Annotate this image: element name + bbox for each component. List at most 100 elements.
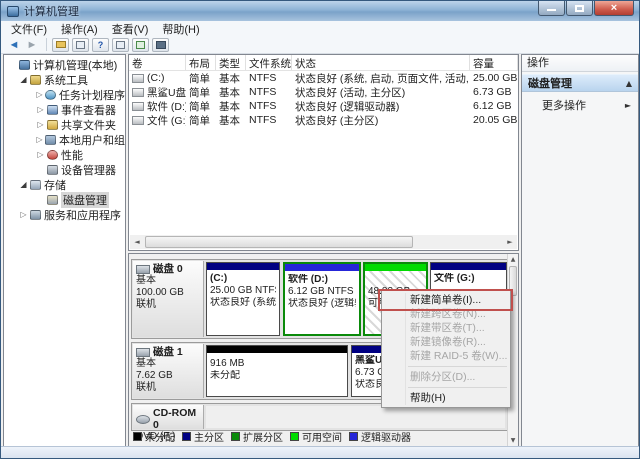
scroll-up-icon[interactable]: ▲ bbox=[508, 254, 518, 265]
event-viewer-icon bbox=[47, 104, 58, 115]
partition-label: 文件 (G:) bbox=[434, 273, 475, 284]
legend-swatch bbox=[182, 431, 191, 441]
scrollbar-thumb[interactable] bbox=[145, 236, 413, 248]
window-title: 计算机管理 bbox=[24, 6, 79, 18]
volume-row-c[interactable]: (C:) 简单 基本 NTFS 状态良好 (系统, 启动, 页面文件, 活动, … bbox=[129, 71, 518, 85]
app-icon bbox=[7, 5, 19, 17]
disk-legend: 未分配 主分区 扩展分区 可用空间 逻辑驱动器 bbox=[133, 429, 418, 444]
menu-file[interactable]: 文件(F) bbox=[4, 21, 54, 37]
column-header-layout[interactable]: 布局 bbox=[186, 55, 216, 70]
sidebar-item-computer-management-local[interactable]: 计算机管理(本地) bbox=[4, 57, 125, 72]
legend-primary-partition: 主分区 bbox=[182, 429, 224, 444]
volume-row-e[interactable]: 黑鲨U盘 (E:) 简单 基本 NTFS 状态良好 (活动, 主分区) 6.73… bbox=[129, 85, 518, 99]
menu-action[interactable]: 操作(A) bbox=[54, 21, 105, 37]
chevron-expanded-icon[interactable]: ◢ bbox=[18, 180, 29, 189]
action-pane-toggle-button[interactable] bbox=[112, 37, 129, 52]
sidebar-item-task-scheduler[interactable]: ▷ 任务计划程序 bbox=[4, 87, 125, 102]
partition-status: 状态良好 (逻辑驱动器) bbox=[288, 298, 356, 309]
actions-section-disk-management[interactable]: 磁盘管理 ▲ bbox=[522, 74, 638, 92]
chevron-expanded-icon[interactable]: ◢ bbox=[18, 75, 29, 84]
sidebar-item-label: 存储 bbox=[44, 179, 66, 192]
scroll-down-icon[interactable]: ▼ bbox=[508, 435, 518, 446]
chevron-collapsed-icon[interactable]: ▷ bbox=[35, 150, 46, 159]
sidebar-item-device-manager[interactable]: 设备管理器 bbox=[4, 162, 125, 177]
disk-icon bbox=[136, 347, 150, 357]
chevron-collapsed-icon[interactable]: ▷ bbox=[35, 120, 46, 129]
more-actions-label: 更多操作 bbox=[542, 100, 586, 112]
volume-type: 基本 bbox=[219, 72, 240, 85]
back-button[interactable]: ◄ bbox=[5, 38, 23, 52]
annotation-highlight-box bbox=[378, 289, 513, 311]
volume-status: 状态良好 (系统, 启动, 页面文件, 活动, 故障转储, 主分区) bbox=[295, 72, 470, 85]
legend-free-space: 可用空间 bbox=[290, 429, 342, 444]
sidebar-item-storage[interactable]: ◢ 存储 bbox=[4, 177, 125, 192]
window-controls: × bbox=[537, 1, 634, 16]
cdrom-0-label[interactable]: CD-ROM 0 DVD (F:) bbox=[133, 405, 204, 442]
shared-folder-icon bbox=[47, 119, 58, 130]
legend-label: 主分区 bbox=[194, 432, 224, 444]
volume-fs: NTFS bbox=[249, 86, 277, 98]
chevron-collapsed-icon[interactable]: ▷ bbox=[18, 210, 29, 219]
partition-unallocated[interactable]: 916 MB 未分配 bbox=[206, 345, 348, 397]
volume-fs: NTFS bbox=[249, 114, 277, 126]
disk-management-icon bbox=[47, 194, 58, 205]
submenu-arrow-icon: ► bbox=[624, 100, 631, 110]
disk-1-label[interactable]: 磁盘 1 基本 7.62 GB 联机 bbox=[133, 344, 204, 398]
console-tree-toggle-button[interactable] bbox=[52, 37, 69, 52]
column-header-filesystem[interactable]: 文件系统 bbox=[246, 55, 292, 70]
chevron-collapsed-icon[interactable]: ▷ bbox=[35, 105, 46, 114]
column-header-status[interactable]: 状态 bbox=[292, 55, 470, 70]
disk-name: 磁盘 1 bbox=[153, 346, 183, 358]
legend-swatch bbox=[349, 431, 358, 441]
close-icon: × bbox=[610, 1, 618, 14]
volume-row-d[interactable]: 软件 (D:) 简单 基本 NTFS 状态良好 (逻辑驱动器) 6.12 GB bbox=[129, 99, 518, 113]
console-icon bbox=[155, 40, 166, 49]
minimize-button[interactable] bbox=[538, 1, 565, 16]
sidebar-item-system-tools[interactable]: ◢ 系统工具 bbox=[4, 72, 125, 87]
volume-row-g[interactable]: 文件 (G:) 简单 基本 NTFS 状态良好 (主分区) 20.05 GB bbox=[129, 113, 518, 127]
legend-label: 未分配 bbox=[145, 432, 175, 444]
scroll-right-icon[interactable]: ► bbox=[503, 235, 517, 249]
close-button[interactable]: × bbox=[594, 1, 634, 16]
sidebar-item-label: 服务和应用程序 bbox=[44, 209, 121, 222]
title-bar[interactable]: 计算机管理 × bbox=[1, 1, 639, 21]
more-actions-item[interactable]: 更多操作 ► bbox=[522, 96, 638, 114]
sidebar-item-performance[interactable]: ▷ 性能 bbox=[4, 147, 125, 162]
refresh-button[interactable] bbox=[132, 37, 149, 52]
collapse-section-icon[interactable]: ▲ bbox=[626, 79, 632, 88]
sidebar-item-services-and-applications[interactable]: ▷ 服务和应用程序 bbox=[4, 207, 125, 222]
partition-label: 软件 (D:) bbox=[288, 274, 328, 285]
free-space-bar bbox=[365, 264, 426, 271]
sidebar-item-disk-management[interactable]: 磁盘管理 bbox=[4, 191, 125, 208]
legend-logical-drive: 逻辑驱动器 bbox=[349, 429, 411, 444]
column-header-capacity[interactable]: 容量 bbox=[470, 55, 518, 70]
forward-button[interactable]: ► bbox=[23, 38, 41, 52]
volume-type: 基本 bbox=[219, 100, 240, 113]
column-header-type[interactable]: 类型 bbox=[216, 55, 246, 70]
volume-name: 软件 (D:) bbox=[147, 100, 186, 113]
sidebar-item-local-users-and-groups[interactable]: ▷ 本地用户和组 bbox=[4, 132, 125, 147]
disk-view-settings-button[interactable] bbox=[152, 37, 169, 52]
maximize-icon bbox=[575, 4, 584, 12]
chevron-collapsed-icon[interactable]: ▷ bbox=[35, 135, 44, 144]
maximize-button[interactable] bbox=[566, 1, 593, 16]
menu-help[interactable]: 帮助(H) bbox=[155, 21, 206, 37]
volume-name: 黑鲨U盘 (E:) bbox=[147, 86, 186, 99]
window-frame-icon bbox=[116, 40, 125, 49]
sidebar-item-event-viewer[interactable]: ▷ 事件查看器 bbox=[4, 102, 125, 117]
horizontal-scrollbar[interactable]: ◄ ► bbox=[130, 235, 517, 249]
volume-capacity: 6.73 GB bbox=[473, 86, 512, 98]
sidebar-item-shared-folders[interactable]: ▷ 共享文件夹 bbox=[4, 117, 125, 132]
partition-c[interactable]: (C:) 25.00 GB NTFS 状态良好 (系统, 启动, 页面文件, 活… bbox=[206, 262, 280, 336]
menu-view[interactable]: 查看(V) bbox=[105, 21, 156, 37]
column-header-volume[interactable]: 卷 bbox=[129, 55, 186, 70]
menu-item-help[interactable]: 帮助(H) bbox=[382, 391, 510, 405]
help-button[interactable]: ? bbox=[92, 37, 109, 52]
disk-0-label[interactable]: 磁盘 0 基本 100.00 GB 联机 bbox=[133, 261, 204, 337]
volume-status: 状态良好 (主分区) bbox=[295, 114, 379, 127]
properties-button[interactable] bbox=[72, 37, 89, 52]
sidebar-item-label: 磁盘管理 bbox=[61, 191, 109, 208]
chevron-collapsed-icon[interactable]: ▷ bbox=[35, 90, 44, 99]
partition-d-software[interactable]: 软件 (D:) 6.12 GB NTFS 状态良好 (逻辑驱动器) bbox=[283, 262, 361, 336]
scroll-left-icon[interactable]: ◄ bbox=[130, 235, 144, 249]
